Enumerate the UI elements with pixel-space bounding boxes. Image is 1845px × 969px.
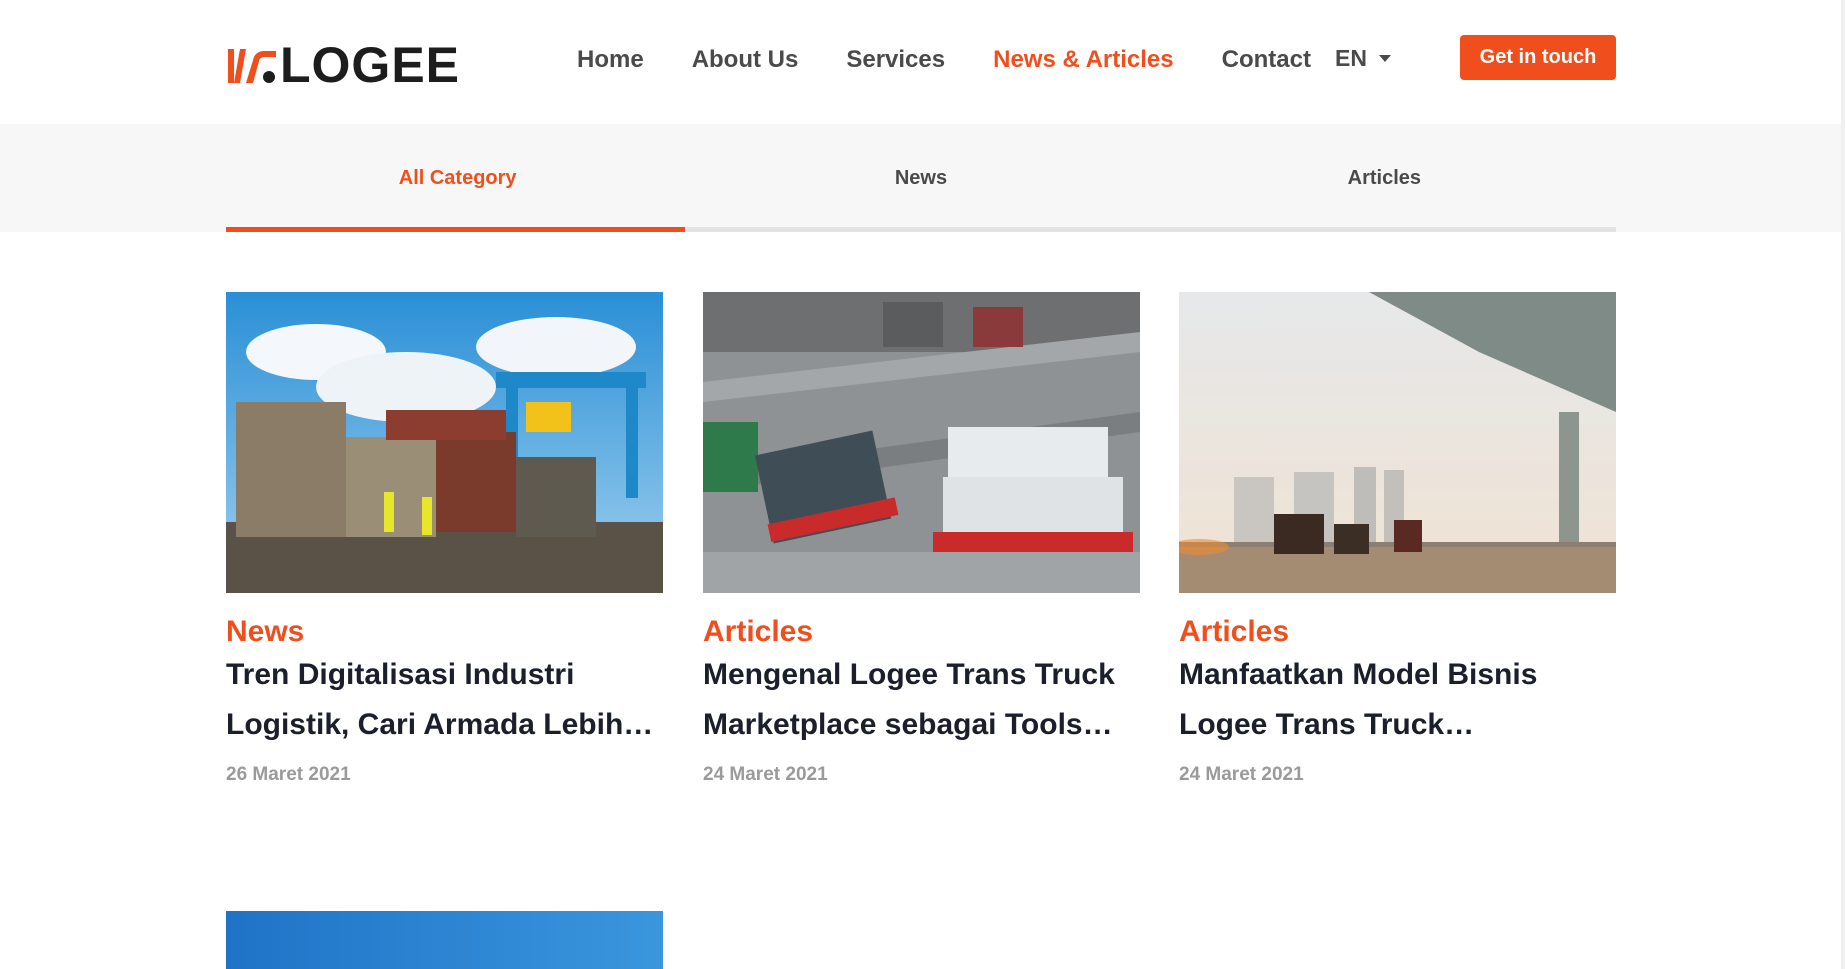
language-selector[interactable]: EN — [1335, 45, 1391, 72]
logo[interactable]: LOGEE — [226, 40, 460, 90]
post-card[interactable]: News Tren Digitalisasi Industri Logistik… — [226, 292, 663, 786]
post-category: Articles — [1179, 615, 1290, 648]
post-card-partial[interactable] — [226, 911, 663, 969]
nav-contact[interactable]: Contact — [1222, 46, 1311, 74]
nav-services[interactable]: Services — [846, 46, 945, 74]
tab-active-indicator — [226, 227, 685, 232]
tab-indicator-track — [226, 227, 1616, 232]
chevron-down-icon — [1378, 55, 1391, 62]
tab-articles[interactable]: Articles — [1153, 124, 1616, 232]
nav-news-articles[interactable]: News & Articles — [993, 46, 1174, 74]
post-title[interactable]: Manfaatkan Model Bisnis Logee Trans Truc… — [1179, 650, 1616, 750]
logo-wordmark: LOGEE — [280, 37, 461, 93]
tab-all-category[interactable]: All Category — [226, 124, 689, 232]
highway-trucks-image[interactable] — [1179, 292, 1616, 593]
post-category: Articles — [703, 615, 814, 648]
language-label: EN — [1335, 45, 1367, 71]
post-card[interactable]: Articles Manfaatkan Model Bisnis Logee T… — [1179, 292, 1616, 786]
container-yard-image[interactable] — [226, 292, 663, 593]
post-date: 24 Maret 2021 — [703, 764, 828, 785]
post-image-partial[interactable] — [226, 911, 663, 969]
post-card[interactable]: Articles Mengenal Logee Trans Truck Mark… — [703, 292, 1140, 786]
post-title[interactable]: Mengenal Logee Trans Truck Marketplace s… — [703, 650, 1140, 750]
main-nav: Home About Us Services News & Articles C… — [577, 46, 1359, 74]
get-in-touch-button[interactable]: Get in touch — [1460, 35, 1616, 80]
port-trucks-image[interactable] — [703, 292, 1140, 593]
logo-mark-icon — [228, 49, 276, 83]
post-date: 24 Maret 2021 — [1179, 764, 1304, 785]
post-title[interactable]: Tren Digitalisasi Industri Logistik, Car… — [226, 650, 663, 750]
tab-news[interactable]: News — [689, 124, 1152, 232]
nav-home[interactable]: Home — [577, 46, 644, 74]
post-date: 26 Maret 2021 — [226, 764, 351, 785]
nav-about-us[interactable]: About Us — [692, 46, 799, 74]
scrollbar[interactable] — [1841, 0, 1845, 969]
post-category: News — [226, 615, 305, 648]
category-tabs: All Category News Articles — [226, 124, 1616, 232]
